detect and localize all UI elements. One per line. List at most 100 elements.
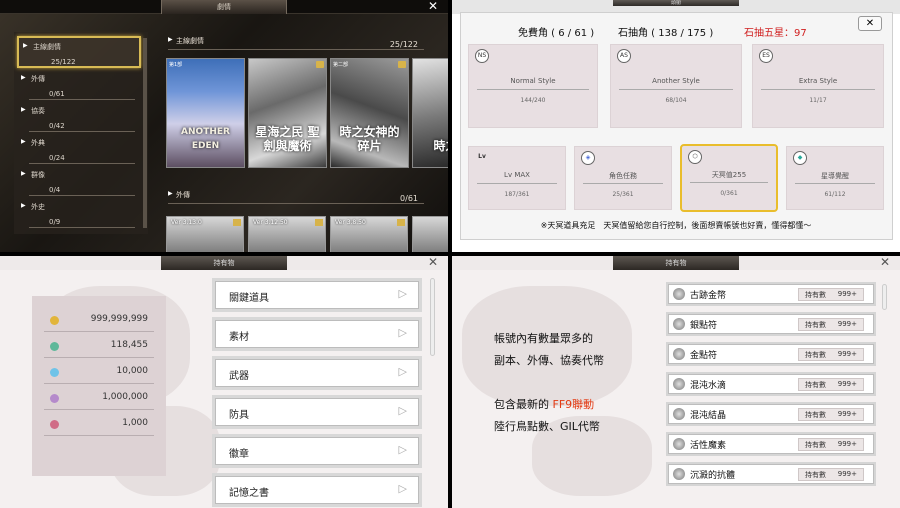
heaven-value-tile[interactable]: ⬡ 天冥值255 0/361 <box>680 144 778 212</box>
promo-line: 陸行鳥點數、GIL代幣 <box>494 420 600 433</box>
extra-style-tile[interactable]: ES Extra Style 11/17 <box>752 44 884 128</box>
item-name: 混沌結晶 <box>690 411 727 421</box>
panel-title: 持有物 <box>161 256 287 270</box>
character-quest-tile[interactable]: ◈ 角色任務 25/361 <box>574 146 672 210</box>
currency-row: 1,000,000 <box>44 390 154 410</box>
currency-amount: 1,000,000 <box>102 392 148 402</box>
category-badges[interactable]: 徽章 ▷ <box>212 434 422 468</box>
chevron-right-icon: ▷ <box>398 365 407 378</box>
list-item[interactable]: 活性魔素 持有數 999+ <box>666 432 876 456</box>
story-sidebar: ▶ 主線劇情 25/122 ▶ 外傳 0/61 ▶ 協奏 0/42 ▶ 外典 0… <box>14 32 148 234</box>
hold-count: 持有數 999+ <box>798 468 864 481</box>
main-story-section-header: ▶ 主線劇情 25/122 <box>168 34 444 50</box>
hold-count: 持有數 999+ <box>798 348 864 361</box>
panel-title: 持有物 <box>613 256 739 270</box>
category-scrollbar[interactable] <box>430 278 435 356</box>
quest-icon: ◈ <box>581 151 595 165</box>
sidebar-item-history[interactable]: ▶ 外史 0/9 <box>17 198 141 230</box>
category-weapons[interactable]: 武器 ▷ <box>212 356 422 390</box>
story-card[interactable]: 第1部 ANOTHER EDEN <box>166 58 245 168</box>
sidebar-item-concerto[interactable]: ▶ 協奏 0/42 <box>17 102 141 134</box>
lock-icon <box>233 219 241 226</box>
gaiden-card[interactable]: Ver 3.13.0 <box>166 216 244 252</box>
sidebar-item-count: 0/61 <box>49 90 65 98</box>
free-character-count: 免費角 ( 6 / 61 ) <box>518 28 595 39</box>
story-card[interactable]: 時之女 <box>412 58 448 168</box>
section-title: 主線劇情 <box>176 37 204 45</box>
sidebar-item-count: 0/4 <box>49 186 61 194</box>
currency-row: 118,455 <box>44 338 154 358</box>
item-name: 古跡金幣 <box>690 291 727 301</box>
currency-row: 1,000 <box>44 416 154 436</box>
item-icon <box>673 438 685 450</box>
category-list: 關鍵道具 ▷ 素材 ▷ 武器 ▷ 防具 ▷ 徽章 ▷ 記憶之書 ▷ <box>212 276 422 508</box>
purple-orb-icon <box>50 394 59 403</box>
gaiden-card[interactable] <box>412 216 448 252</box>
category-armor[interactable]: 防具 ▷ <box>212 395 422 429</box>
lv-icon: Lv <box>478 153 486 160</box>
sidebar-item-gaiden[interactable]: ▶ 外傳 0/61 <box>17 70 141 102</box>
list-item[interactable]: 沉澱的抗體 持有數 999+ <box>666 462 876 486</box>
sidebar-item-outer[interactable]: ▶ 外典 0/24 <box>17 134 141 166</box>
sidebar-item-label: 外史 <box>31 203 45 211</box>
currency-panel: 999,999,999 118,455 10,000 1,000,000 1,0… <box>32 296 166 476</box>
story-panel: 劇情 ✕ ▶ 主線劇情 25/122 ▶ 外傳 0/61 ▶ 協奏 0/42 ▶… <box>0 0 448 252</box>
close-button[interactable]: ✕ <box>858 16 882 31</box>
story-card[interactable]: 第二部 時之女神的碎片 <box>330 58 409 168</box>
story-card[interactable]: 星海之民 聖劍與魔術 <box>248 58 327 168</box>
lv-max-tile[interactable]: Lv Lv MAX 187/361 <box>468 146 566 210</box>
panel-title: 劇情 <box>161 0 287 14</box>
list-item[interactable]: 金點符 持有數 999+ <box>666 342 876 366</box>
list-item[interactable]: 混沌結晶 持有數 999+ <box>666 402 876 426</box>
chevron-right-icon: ▷ <box>398 404 407 417</box>
awakening-icon: ◆ <box>793 151 807 165</box>
normal-style-tile[interactable]: NS Normal Style 144/240 <box>468 44 598 128</box>
sidebar-item-count: 25/122 <box>51 58 76 66</box>
close-icon[interactable]: ✕ <box>424 256 442 270</box>
gaiden-section-header: ▶ 外傳 0/61 <box>168 188 444 204</box>
tile-name: Extra Style <box>798 77 838 85</box>
category-key-items[interactable]: 關鍵道具 ▷ <box>212 278 422 312</box>
close-icon[interactable]: ✕ <box>424 0 442 14</box>
sidebar-item-ensemble[interactable]: ▶ 群像 0/4 <box>17 166 141 198</box>
ns-icon: NS <box>475 49 489 63</box>
sidebar-item-main-story[interactable]: ▶ 主線劇情 25/122 <box>17 36 141 68</box>
item-name: 沉澱的抗體 <box>690 471 736 481</box>
tile-value: 11/17 <box>809 97 827 104</box>
promo-text: 包含最新的 <box>494 398 549 411</box>
star-awakening-tile[interactable]: ◆ 星導覺醒 61/112 <box>786 146 884 210</box>
chevron-right-icon: ▶ <box>21 74 26 81</box>
promo-line: 副本、外傳、協奏代幣 <box>494 354 604 367</box>
list-item[interactable]: 混沌水滴 持有數 999+ <box>666 372 876 396</box>
header-bar: 持有物 ✕ <box>0 256 448 270</box>
list-item[interactable]: 古跡金幣 持有數 999+ <box>666 282 876 306</box>
header-bar: 持有物 ✕ <box>452 256 900 270</box>
item-icon <box>673 408 685 420</box>
tile-name: 角色任務 <box>609 172 637 180</box>
close-icon[interactable]: ✕ <box>876 256 894 270</box>
tile-name: Normal Style <box>510 77 556 85</box>
inventory-panel: 持有物 ✕ 999,999,999 118,455 10,000 1,000,0… <box>0 256 448 508</box>
tile-name: 天冥值255 <box>711 171 747 179</box>
section-count: 25/122 <box>389 40 418 49</box>
category-label: 徽章 <box>229 449 249 460</box>
category-label: 防具 <box>229 410 249 421</box>
hold-count: 持有數 999+ <box>798 318 864 331</box>
chevron-right-icon: ▶ <box>21 202 26 209</box>
version-label: Ver 3.13.0 <box>171 219 202 226</box>
chevron-right-icon: ▶ <box>168 190 173 197</box>
hold-count: 持有數 999+ <box>798 408 864 421</box>
category-memory-books[interactable]: 記憶之書 ▷ <box>212 473 422 507</box>
sidebar-scrollbar[interactable] <box>143 38 147 228</box>
list-item[interactable]: 銀點符 持有數 999+ <box>666 312 876 336</box>
category-materials[interactable]: 素材 ▷ <box>212 317 422 351</box>
gaiden-card[interactable]: Ver 3.12.50 <box>248 216 326 252</box>
hold-count: 持有數 999+ <box>798 288 864 301</box>
item-scrollbar[interactable] <box>882 284 887 310</box>
another-style-tile[interactable]: AS Another Style 68/104 <box>610 44 742 128</box>
header-bar: 劇情 ✕ <box>0 0 448 14</box>
stats-panel: 頭銜 ✕ 免費角 ( 6 / 61 ) 石抽角 ( 138 / 175 ) 石抽… <box>452 0 900 252</box>
item-name: 混沌水滴 <box>690 381 727 391</box>
item-icon <box>673 348 685 360</box>
gaiden-card[interactable]: Ver 3.8.50 <box>330 216 408 252</box>
